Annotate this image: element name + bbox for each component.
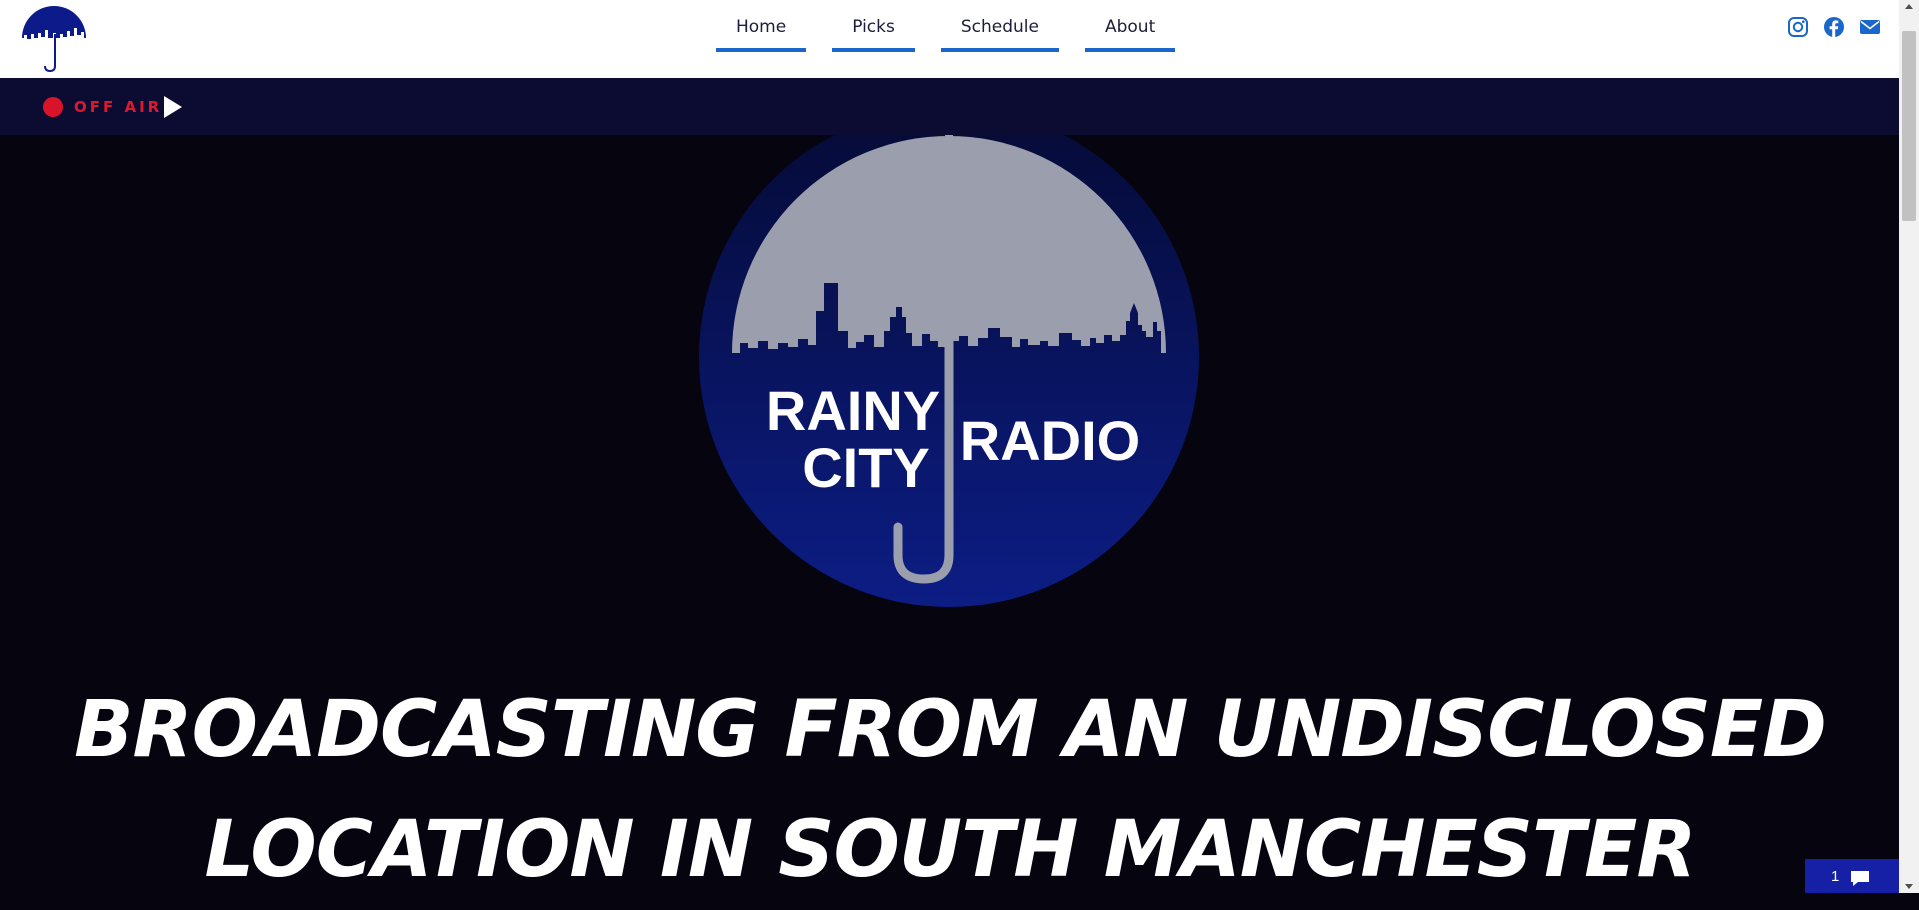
emblem-word-rainy: RAINY <box>766 379 940 442</box>
nav-picks[interactable]: Picks <box>832 0 915 52</box>
page: Home Picks Schedule About OFF AIR RAINY … <box>0 0 1899 895</box>
email-icon[interactable] <box>1859 16 1881 38</box>
hero-headline: Broadcasting from an undisclosed locatio… <box>74 685 1827 895</box>
umbrella-logo-icon[interactable] <box>20 4 88 72</box>
facebook-icon[interactable] <box>1823 16 1845 38</box>
nav-about[interactable]: About <box>1084 0 1176 52</box>
rainy-city-radio-emblem: RAINY CITY RADIO <box>699 135 1199 607</box>
emblem-word-city: CITY <box>802 436 930 499</box>
play-icon[interactable] <box>163 95 183 119</box>
scrollbar-thumb[interactable] <box>1902 31 1916 221</box>
page-scrollbar[interactable] <box>1899 0 1919 893</box>
site-header: Home Picks Schedule About <box>0 0 1899 78</box>
scroll-down-arrow-icon[interactable] <box>1905 884 1913 889</box>
scroll-up-arrow-icon[interactable] <box>1905 4 1913 9</box>
main-nav: Home Picks Schedule About <box>716 0 1176 78</box>
live-indicator-dot <box>43 97 63 117</box>
social-links <box>1787 16 1881 38</box>
emblem-word-radio: RADIO <box>960 409 1140 472</box>
broadcast-status: OFF AIR <box>74 98 163 116</box>
chat-widget-button[interactable]: 1 <box>1805 859 1899 893</box>
chat-bubble-icon <box>1851 871 1869 886</box>
instagram-icon[interactable] <box>1787 16 1809 38</box>
nav-schedule[interactable]: Schedule <box>940 0 1060 52</box>
player-bar <box>0 78 1899 135</box>
chat-unread-count: 1 <box>1831 868 1840 885</box>
nav-home[interactable]: Home <box>716 0 807 52</box>
